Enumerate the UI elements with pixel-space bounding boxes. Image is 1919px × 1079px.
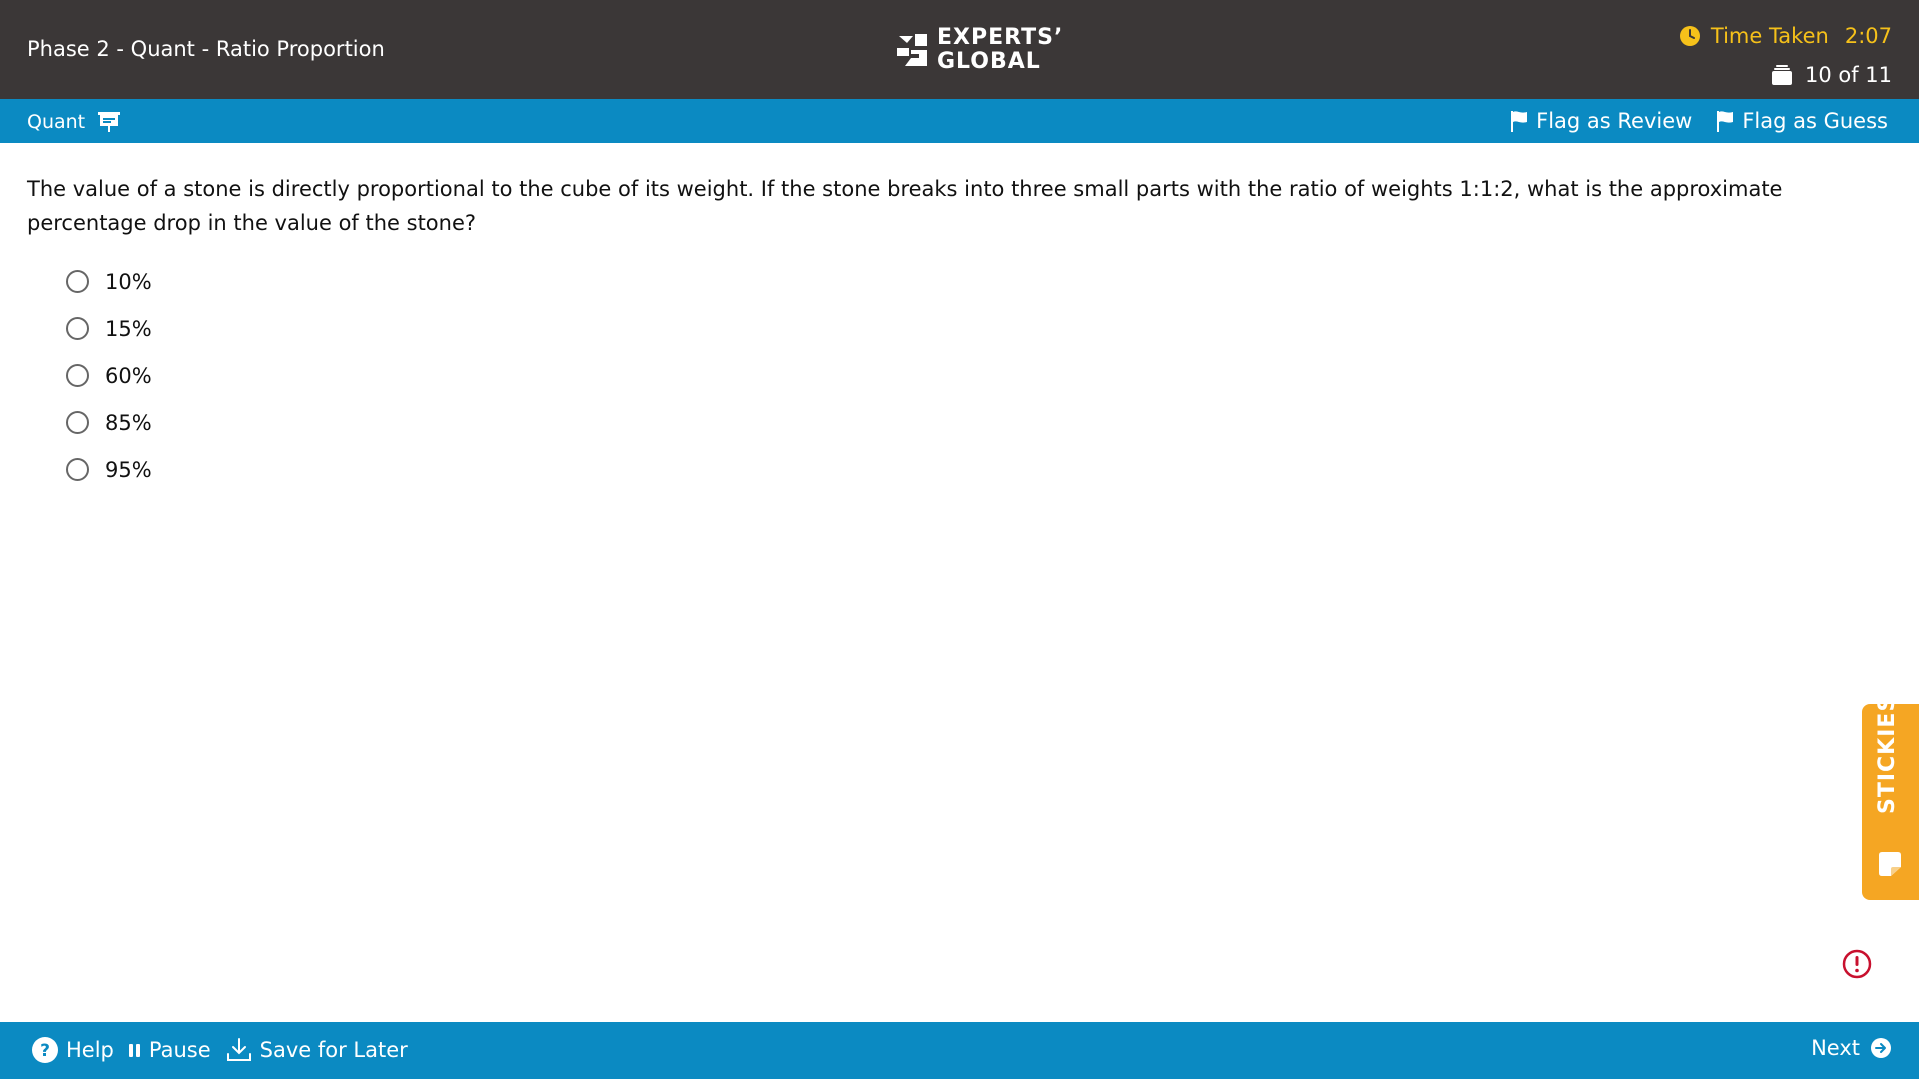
option-label: 60% xyxy=(105,363,152,388)
flag-actions: Flag as Review Flag as Guess xyxy=(1510,109,1888,133)
question-text: The value of a stone is directly proport… xyxy=(27,177,1783,235)
flag-icon xyxy=(1717,111,1734,132)
stack-icon xyxy=(1771,65,1792,85)
question-counter: 10 of 11 xyxy=(1771,63,1892,87)
radio-button[interactable] xyxy=(66,411,89,434)
flag-guess-label: Flag as Guess xyxy=(1742,109,1888,133)
timer-label: Time Taken xyxy=(1710,24,1829,48)
top-header: Phase 2 - Quant - Ratio Proportion EXPER… xyxy=(0,0,1919,99)
pause-icon xyxy=(128,1044,140,1057)
pause-label: Pause xyxy=(148,1038,211,1062)
logo-line-1: EXPERTS’ xyxy=(937,25,1064,50)
option-label: 95% xyxy=(105,457,152,482)
question-progress: 10 of 11 xyxy=(1804,63,1892,87)
option-label: 15% xyxy=(105,316,152,341)
radio-button[interactable] xyxy=(66,270,89,293)
whiteboard-icon[interactable] xyxy=(97,110,121,134)
logo-line-2: GLOBAL xyxy=(937,49,1041,74)
radio-button[interactable] xyxy=(66,317,89,340)
stickies-tab[interactable]: STICKIES xyxy=(1862,695,1919,900)
answer-option-4[interactable]: 85% xyxy=(66,399,152,446)
flag-icon xyxy=(1511,111,1528,132)
experts-global-logo: EXPERTS’ GLOBAL xyxy=(893,26,1063,74)
help-label: Help xyxy=(66,1038,114,1062)
toolbar-actions: ? Help Pause Save for Later xyxy=(31,1036,408,1064)
flag-review-label: Flag as Review xyxy=(1536,109,1693,133)
help-icon: ? xyxy=(32,1037,58,1063)
section-label: Quant xyxy=(27,111,86,133)
bottom-toolbar: ? Help Pause Save for Later Next xyxy=(0,1022,1919,1079)
answer-option-2[interactable]: 15% xyxy=(66,305,152,352)
timer: Time Taken 2:07 xyxy=(1679,24,1892,48)
section-name: Quant xyxy=(27,110,121,134)
arrow-right-circle-icon xyxy=(1871,1038,1891,1058)
clock-icon xyxy=(1679,26,1700,46)
section-bar: Quant Flag as Review Flag as Guess xyxy=(0,99,1919,143)
next-button[interactable]: Next xyxy=(1811,1036,1892,1060)
download-icon xyxy=(226,1038,251,1061)
answer-option-1[interactable]: 10% xyxy=(66,258,152,305)
option-label: 85% xyxy=(105,410,152,435)
option-label: 10% xyxy=(105,269,152,294)
radio-button[interactable] xyxy=(66,458,89,481)
answer-option-5[interactable]: 95% xyxy=(66,446,152,493)
save-label: Save for Later xyxy=(259,1038,408,1062)
stickies-label: STICKIES xyxy=(1875,694,1900,814)
pause-button[interactable]: Pause xyxy=(128,1038,211,1062)
answer-option-3[interactable]: 60% xyxy=(66,352,152,399)
test-title: Phase 2 - Quant - Ratio Proportion xyxy=(27,37,385,61)
save-for-later-button[interactable]: Save for Later xyxy=(225,1037,408,1063)
logo-mark-icon xyxy=(897,34,927,66)
report-error-icon[interactable] xyxy=(1842,949,1872,979)
logo-text: EXPERTS’ GLOBAL xyxy=(937,26,1063,74)
help-button[interactable]: ? Help xyxy=(31,1036,114,1064)
sticky-note-icon xyxy=(1879,852,1901,876)
flag-as-review-button[interactable]: Flag as Review xyxy=(1510,109,1692,133)
radio-button[interactable] xyxy=(66,364,89,387)
answer-options: 10% 15% 60% 85% 95% xyxy=(66,258,152,493)
flag-as-guess-button[interactable]: Flag as Guess xyxy=(1716,109,1888,133)
svg-text:?: ? xyxy=(40,1041,50,1061)
timer-value: 2:07 xyxy=(1844,24,1892,48)
next-label: Next xyxy=(1811,1036,1860,1060)
